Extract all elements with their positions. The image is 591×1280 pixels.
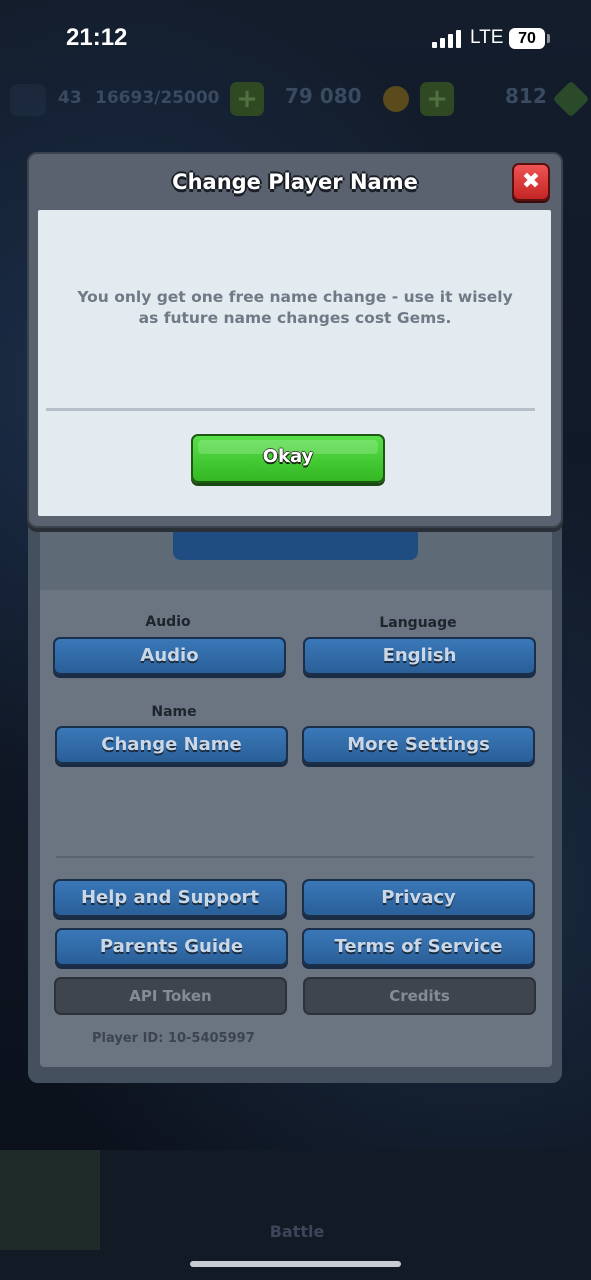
dialog-title: Change Player Name — [172, 170, 418, 194]
xp-text: 16693/25000 — [95, 88, 220, 108]
level-text: 43 — [58, 88, 82, 108]
name-section-label: Name — [151, 704, 197, 720]
home-indicator — [190, 1261, 401, 1267]
tab-events — [500, 1150, 580, 1250]
more-settings-button[interactable]: More Settings — [302, 726, 535, 764]
gem-amount: 812 — [505, 84, 547, 108]
tab-clan — [410, 1150, 480, 1250]
tab-shop — [0, 1150, 100, 1250]
network-type: LTE — [470, 27, 504, 48]
dialog-message: You only get one free name change - use … — [77, 288, 513, 327]
api-token-button[interactable]: API Token — [54, 977, 287, 1015]
okay-button-highlight — [198, 440, 378, 454]
tab-cards — [110, 1150, 180, 1250]
gold-coin-icon — [383, 86, 409, 112]
privacy-button[interactable]: Privacy — [302, 879, 535, 917]
battery-tip — [547, 34, 550, 43]
close-button[interactable]: ✖ — [512, 163, 550, 201]
tab-battle-label: Battle — [269, 1222, 325, 1241]
change-name-button[interactable]: Change Name — [55, 726, 288, 764]
parents-guide-button[interactable]: Parents Guide — [55, 928, 288, 966]
terms-of-service-button[interactable]: Terms of Service — [302, 928, 535, 966]
add-xp-icon: + — [230, 82, 264, 116]
add-gold-icon: + — [420, 82, 454, 116]
close-icon: ✖ — [521, 169, 541, 194]
audio-button[interactable]: Audio — [53, 637, 286, 675]
status-time: 21:12 — [66, 24, 128, 51]
player-id: Player ID: 10-5405997 — [92, 1031, 255, 1046]
audio-section-label: Audio — [145, 614, 191, 630]
level-badge — [10, 84, 46, 116]
help-support-button[interactable]: Help and Support — [53, 879, 287, 917]
dialog-divider — [46, 408, 535, 411]
credits-button[interactable]: Credits — [303, 977, 536, 1015]
language-section-label: Language — [379, 615, 457, 631]
signal-icon — [432, 30, 464, 48]
language-button[interactable]: English — [303, 637, 536, 675]
settings-divider — [56, 856, 534, 858]
gold-amount: 79 080 — [285, 84, 362, 108]
battery-icon: 70 — [509, 28, 545, 49]
